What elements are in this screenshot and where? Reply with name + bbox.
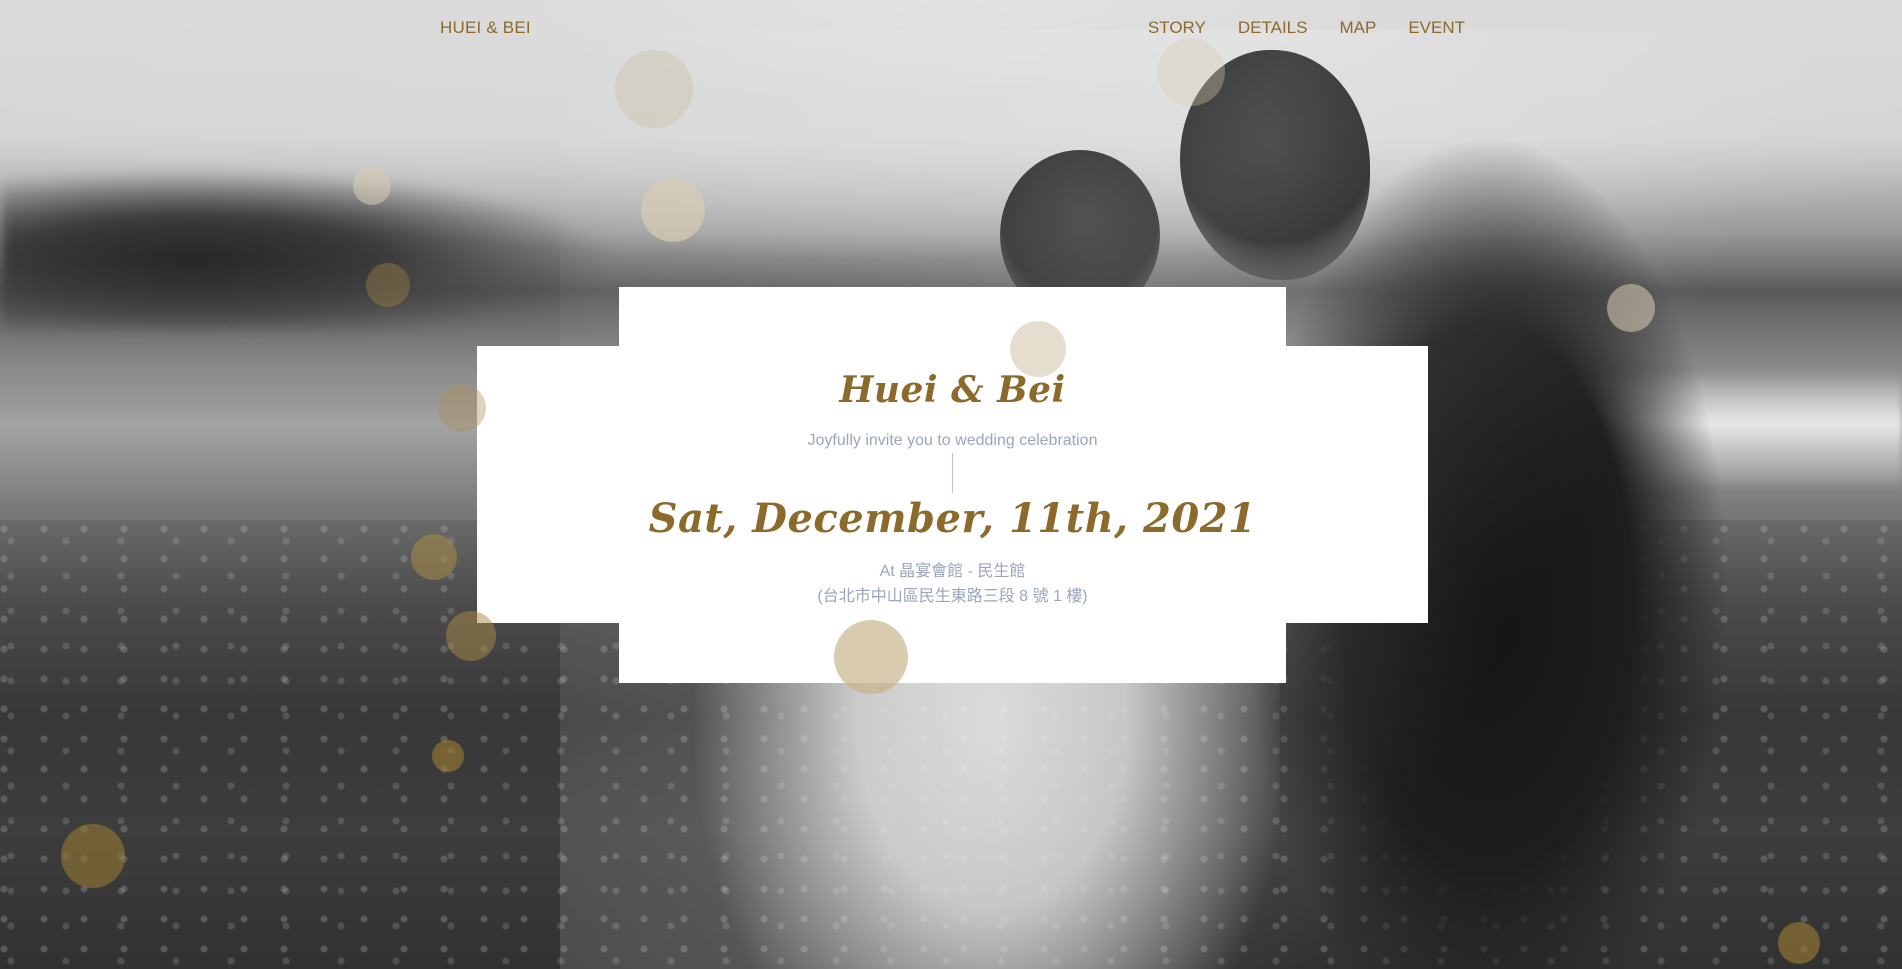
- vertical-divider: [952, 453, 953, 493]
- hero-background: HUEI & BEI STORY DETAILS MAP EVENT Huei …: [0, 0, 1902, 969]
- nav-link-details[interactable]: DETAILS: [1238, 18, 1308, 37]
- nav-link-story[interactable]: STORY: [1148, 18, 1206, 37]
- nav-item-story: STORY: [1148, 18, 1206, 38]
- nav-menu: STORY DETAILS MAP EVENT: [1148, 18, 1465, 38]
- nav-link-event[interactable]: EVENT: [1408, 18, 1465, 37]
- wedding-date: Sat, December, 11th, 2021: [648, 495, 1257, 542]
- venue-text: At 晶宴會館 - 民生館: [879, 563, 1026, 580]
- invitation-content: Huei & Bei Joyfully invite you to weddin…: [477, 287, 1428, 683]
- invite-text: Joyfully invite you to wedding celebrati…: [807, 432, 1098, 449]
- address-text: (台北市中山區民生東路三段 8 號 1 樓): [817, 588, 1088, 605]
- nav-item-event: EVENT: [1408, 18, 1465, 38]
- brand-link[interactable]: HUEI & BEI: [440, 18, 531, 38]
- nav-item-details: DETAILS: [1238, 18, 1308, 38]
- nav-link-map[interactable]: MAP: [1339, 18, 1376, 37]
- top-nav: HUEI & BEI STORY DETAILS MAP EVENT: [0, 0, 1902, 58]
- nav-item-map: MAP: [1339, 18, 1376, 38]
- couple-title: Huei & Bei: [839, 369, 1066, 411]
